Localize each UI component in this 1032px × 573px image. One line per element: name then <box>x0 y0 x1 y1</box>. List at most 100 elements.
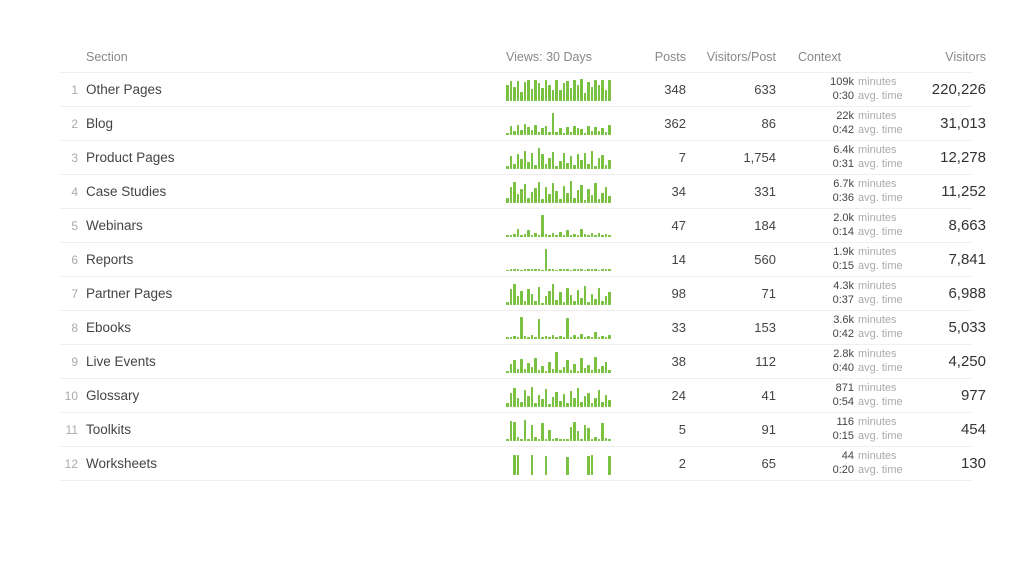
visitors-count: 454 <box>906 421 986 438</box>
section-name[interactable]: Partner Pages <box>86 286 506 301</box>
visitors-count: 5,033 <box>906 319 986 336</box>
visitors-per-post: 560 <box>686 252 776 267</box>
context-avgtime-label: avg. time <box>858 362 906 376</box>
row-rank: 10 <box>60 389 86 403</box>
views-sparkline <box>506 215 626 237</box>
views-sparkline <box>506 249 626 271</box>
context-minutes-value: 109k <box>818 76 854 90</box>
row-rank: 7 <box>60 287 86 301</box>
context-minutes-value: 6.4k <box>818 144 854 158</box>
section-name[interactable]: Worksheets <box>86 456 506 471</box>
context-avgtime-value: 0:15 <box>818 260 854 274</box>
context-stats: 3.6kminutes0:42avg. time <box>776 314 906 342</box>
views-sparkline <box>506 317 626 339</box>
row-rank: 3 <box>60 151 86 165</box>
context-minutes-label: minutes <box>858 348 906 362</box>
views-sparkline <box>506 181 626 203</box>
header-posts[interactable]: Posts <box>626 50 686 64</box>
section-analytics-table: Section Views: 30 Days Posts Visitors/Po… <box>0 0 1032 501</box>
context-avgtime-value: 0:54 <box>818 396 854 410</box>
context-avgtime-value: 0:15 <box>818 430 854 444</box>
context-avgtime-label: avg. time <box>858 464 906 478</box>
header-section[interactable]: Section <box>86 50 506 64</box>
row-rank: 5 <box>60 219 86 233</box>
section-name[interactable]: Blog <box>86 116 506 131</box>
context-minutes-value: 2.8k <box>818 348 854 362</box>
table-row[interactable]: 12Worksheets26544minutes0:20avg. time130 <box>60 447 972 481</box>
context-avgtime-value: 0:42 <box>818 124 854 138</box>
posts-count: 2 <box>626 456 686 471</box>
visitors-count: 130 <box>906 455 986 472</box>
context-minutes-value: 3.6k <box>818 314 854 328</box>
visitors-per-post: 1,754 <box>686 150 776 165</box>
posts-count: 47 <box>626 218 686 233</box>
context-minutes-label: minutes <box>858 76 906 90</box>
visitors-count: 977 <box>906 387 986 404</box>
visitors-per-post: 41 <box>686 388 776 403</box>
context-stats: 1.9kminutes0:15avg. time <box>776 246 906 274</box>
context-stats: 6.4kminutes0:31avg. time <box>776 144 906 172</box>
table-row[interactable]: 1Other Pages348633109kminutes0:30avg. ti… <box>60 73 972 107</box>
table-row[interactable]: 2Blog3628622kminutes0:42avg. time31,013 <box>60 107 972 141</box>
visitors-per-post: 184 <box>686 218 776 233</box>
row-rank: 11 <box>60 423 86 437</box>
table-row[interactable]: 5Webinars471842.0kminutes0:14avg. time8,… <box>60 209 972 243</box>
visitors-per-post: 71 <box>686 286 776 301</box>
posts-count: 98 <box>626 286 686 301</box>
posts-count: 362 <box>626 116 686 131</box>
context-stats: 22kminutes0:42avg. time <box>776 110 906 138</box>
views-sparkline <box>506 79 626 101</box>
visitors-count: 4,250 <box>906 353 986 370</box>
context-stats: 2.8k minutes 0:40 avg. time <box>776 348 906 376</box>
context-avgtime-value: 0:30 <box>818 90 854 104</box>
section-name[interactable]: Ebooks <box>86 320 506 335</box>
context-minutes-value: 2.0k <box>818 212 854 226</box>
context-avgtime-label: avg. time <box>858 294 906 308</box>
section-name[interactable]: Case Studies <box>86 184 506 199</box>
section-name[interactable]: Other Pages <box>86 82 506 97</box>
context-minutes-label: minutes <box>858 382 906 396</box>
table-row[interactable]: 10Glossary2441871minutes0:54avg. time977 <box>60 379 972 413</box>
visitors-count: 11,252 <box>906 183 986 200</box>
section-name[interactable]: Reports <box>86 252 506 267</box>
table-row[interactable]: 9Live Events381122.8kminutes0:40avg. tim… <box>60 345 972 379</box>
context-stats: 6.7kminutes0:36avg. time <box>776 178 906 206</box>
section-name[interactable]: Product Pages <box>86 150 506 165</box>
visitors-count: 220,226 <box>906 81 986 98</box>
context-stats: 2.0kminutes0:14avg. time <box>776 212 906 240</box>
table-header-row: Section Views: 30 Days Posts Visitors/Po… <box>60 50 972 73</box>
table-row[interactable]: 6Reports145601.9kminutes0:15avg. time7,8… <box>60 243 972 277</box>
section-name[interactable]: Live Events <box>86 354 506 369</box>
posts-count: 38 <box>626 354 686 369</box>
context-minutes-label: minutes <box>858 144 906 158</box>
views-sparkline <box>506 351 626 373</box>
table-row[interactable]: 11Toolkits591116minutes0:15avg. time454 <box>60 413 972 447</box>
views-sparkline <box>506 385 626 407</box>
visitors-per-post: 112 <box>686 354 776 369</box>
context-avgtime-value: 0:37 <box>818 294 854 308</box>
views-sparkline <box>506 113 626 135</box>
header-visitors-per-post[interactable]: Visitors/Post <box>686 50 776 64</box>
table-row[interactable]: 8Ebooks331533.6kminutes0:42avg. time5,03… <box>60 311 972 345</box>
posts-count: 33 <box>626 320 686 335</box>
context-minutes-value: 871 <box>818 382 854 396</box>
visitors-count: 31,013 <box>906 115 986 132</box>
header-views[interactable]: Views: 30 Days <box>506 50 626 64</box>
visitors-per-post: 633 <box>686 82 776 97</box>
context-minutes-label: minutes <box>858 416 906 430</box>
header-visitors[interactable]: Visitors <box>906 50 986 64</box>
section-name[interactable]: Glossary <box>86 388 506 403</box>
section-name[interactable]: Toolkits <box>86 422 506 437</box>
context-avgtime-label: avg. time <box>858 192 906 206</box>
table-row[interactable]: 3Product Pages71,7546.4kminutes0:31avg. … <box>60 141 972 175</box>
table-row[interactable]: 7Partner Pages98714.3kminutes0:37avg. ti… <box>60 277 972 311</box>
views-sparkline <box>506 147 626 169</box>
context-avgtime-value: 0:40 <box>818 362 854 376</box>
context-avgtime-value: 0:42 <box>818 328 854 342</box>
header-context[interactable]: Context <box>776 50 906 64</box>
context-avgtime-label: avg. time <box>858 430 906 444</box>
row-rank: 8 <box>60 321 86 335</box>
visitors-count: 6,988 <box>906 285 986 302</box>
table-row[interactable]: 4Case Studies343316.7kminutes0:36avg. ti… <box>60 175 972 209</box>
section-name[interactable]: Webinars <box>86 218 506 233</box>
